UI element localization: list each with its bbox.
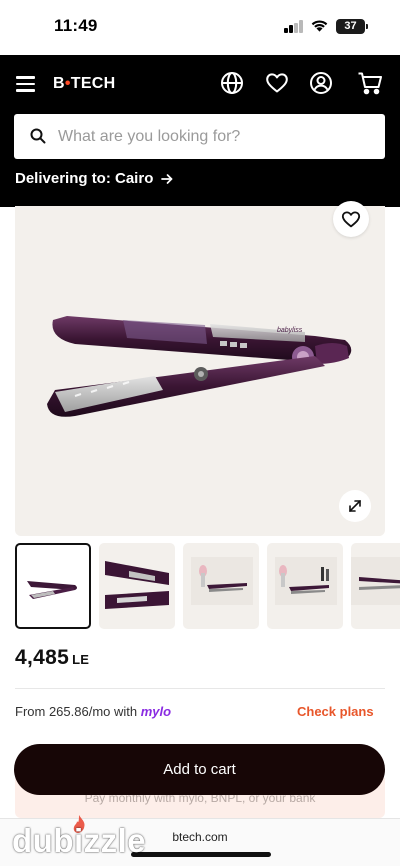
brand-logo[interactable]: B•TECH [53,75,116,93]
expand-icon [349,500,361,512]
thumbnail-1[interactable] [15,543,91,629]
mylo-logo: mylo [140,704,172,719]
wifi-icon [311,20,328,32]
thumbnail-5[interactable] [351,543,400,629]
price-currency: LE [72,652,90,667]
menu-icon[interactable] [16,75,36,92]
thumbnail-3[interactable] [183,543,259,629]
search-input[interactable] [56,114,376,159]
battery-icon: 37 [336,19,365,34]
home-indicator[interactable] [131,852,271,857]
heart-icon[interactable] [265,71,289,95]
divider [15,688,385,689]
account-icon[interactable] [309,71,333,95]
arrow-right-icon [161,173,173,184]
installment-text: From 265.86/mo with [15,704,141,719]
status-time: 11:49 [54,16,98,35]
cellular-signal-icon [284,20,304,33]
check-plans-link[interactable]: Check plans [297,704,374,719]
cart-icon[interactable] [357,71,383,95]
dubizzle-watermark: dubizzle [12,822,147,859]
installment-info: From 265.86/mo with mylo [15,704,171,719]
product-price: 4,485 LE [15,646,89,670]
product-image[interactable]: babyliss [15,206,385,536]
search-icon [30,128,46,144]
image-brand-text: babyliss [277,327,303,334]
thumbnail-4[interactable] [267,543,343,629]
add-to-cart-button[interactable]: Add to cart [14,744,385,795]
delivery-location-label: Delivering to: Cairo [15,170,154,187]
hair-straightener-image: babyliss [47,316,352,417]
brand-logo-part1: B [53,75,65,92]
heart-outline-icon [341,211,361,228]
delivery-location[interactable]: Delivering to: Cairo [15,170,173,187]
fullscreen-button[interactable] [339,490,371,522]
thumbnail-2[interactable] [99,543,175,629]
price-value: 4,485 [15,646,70,669]
globe-icon[interactable] [220,71,244,95]
status-bar: 11:49 37 [0,0,400,55]
thumbnail-strip [15,543,400,629]
wishlist-button[interactable] [333,201,369,237]
site-header: B•TECH Delivering to: Cairo [0,55,400,207]
battery-tip [366,24,368,29]
brand-logo-part2: TECH [70,75,116,92]
search-bar[interactable] [14,114,385,159]
